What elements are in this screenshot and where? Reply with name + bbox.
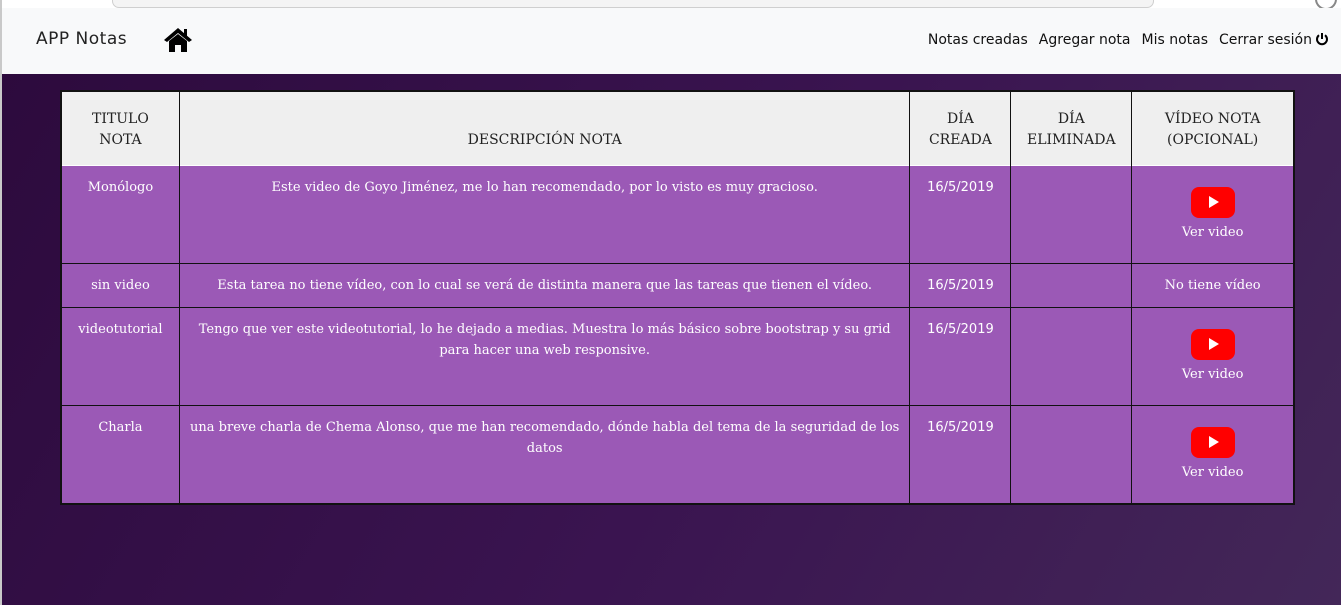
browser-address-bar[interactable] — [112, 0, 1154, 8]
brand-title[interactable]: APP Notas — [36, 29, 127, 49]
cell-creada: 16/5/2019 — [909, 307, 1012, 406]
header-creada-line1: DÍA — [946, 111, 974, 127]
cell-titulo: sin video — [61, 263, 180, 308]
navbar: APP Notas Notas creadas Agregar nota Mis… — [0, 8, 1341, 74]
header-creada: DÍA CREADA — [909, 91, 1012, 166]
header-eliminada-line1: DÍA — [1057, 111, 1085, 127]
nav-cerrar-sesion[interactable]: Cerrar sesión — [1219, 32, 1329, 48]
notes-table: TITULO NOTA DESCRIPCIÓN NOTA DÍA CREADA DÍ… — [60, 90, 1295, 505]
youtube-play-icon[interactable] — [1190, 329, 1235, 360]
table-header-row: TITULO NOTA DESCRIPCIÓN NOTA DÍA CREADA DÍ… — [61, 91, 1295, 166]
cell-descripcion: Tengo que ver este videotutorial, lo he … — [179, 307, 911, 406]
cell-video: Ver video — [1131, 405, 1295, 504]
table-row: videotutorial Tengo que ver este videotu… — [61, 307, 1295, 406]
cell-titulo: Monólogo — [61, 165, 180, 264]
header-descripcion: DESCRIPCIÓN NOTA — [179, 91, 911, 166]
header-video: VÍDEO NOTA (OPCIONAL) — [1131, 91, 1295, 166]
window-edge — [0, 0, 2, 605]
header-eliminada: DÍA ELIMINADA — [1010, 91, 1133, 166]
table-row: Charla una breve charla de Chema Alonso,… — [61, 405, 1295, 504]
cell-video: Ver video — [1131, 165, 1295, 264]
power-icon — [1316, 33, 1328, 46]
youtube-play-icon[interactable] — [1190, 187, 1235, 218]
cell-creada: 16/5/2019 — [909, 405, 1012, 504]
header-titulo-line1: TITULO — [92, 111, 149, 127]
cell-descripcion: Esta tarea no tiene vídeo, con lo cual s… — [179, 263, 911, 308]
cell-video-none: No tiene vídeo — [1131, 263, 1295, 308]
header-eliminada-line2: ELIMINADA — [1027, 132, 1116, 148]
cell-titulo: videotutorial — [61, 307, 180, 406]
header-titulo-line2: NOTA — [99, 132, 142, 148]
cell-descripcion: Este video de Goyo Jiménez, me lo han re… — [179, 165, 911, 264]
ver-video-link[interactable]: Ver video — [1182, 367, 1244, 382]
logout-label: Cerrar sesión — [1219, 32, 1312, 48]
cell-titulo: Charla — [61, 405, 180, 504]
cell-video: Ver video — [1131, 307, 1295, 406]
ver-video-link[interactable]: Ver video — [1182, 465, 1244, 480]
ver-video-link[interactable]: Ver video — [1182, 225, 1244, 240]
home-icon[interactable] — [163, 26, 193, 54]
nav-agregar-nota[interactable]: Agregar nota — [1039, 32, 1131, 48]
cell-eliminada — [1010, 405, 1133, 504]
cell-creada: 16/5/2019 — [909, 165, 1012, 264]
cell-eliminada — [1010, 307, 1133, 406]
header-video-line2: (OPCIONAL) — [1167, 132, 1259, 148]
cell-eliminada — [1010, 165, 1133, 264]
table-row: sin video Esta tarea no tiene vídeo, con… — [61, 263, 1295, 308]
nav-links: Notas creadas Agregar nota Mis notas Cer… — [917, 32, 1329, 48]
cell-descripcion: una breve charla de Chema Alonso, que me… — [179, 405, 911, 504]
header-titulo: TITULO NOTA — [61, 91, 180, 166]
table-row: Monólogo Este video de Goyo Jiménez, me … — [61, 165, 1295, 264]
cell-creada: 16/5/2019 — [909, 263, 1012, 308]
nav-notas-creadas[interactable]: Notas creadas — [928, 32, 1028, 48]
browser-top-edge — [0, 0, 1341, 10]
header-creada-line2: CREADA — [928, 132, 992, 148]
nav-mis-notas[interactable]: Mis notas — [1142, 32, 1209, 48]
header-video-line1: VÍDEO NOTA — [1164, 111, 1261, 127]
cell-eliminada — [1010, 263, 1133, 308]
youtube-play-icon[interactable] — [1190, 427, 1235, 458]
